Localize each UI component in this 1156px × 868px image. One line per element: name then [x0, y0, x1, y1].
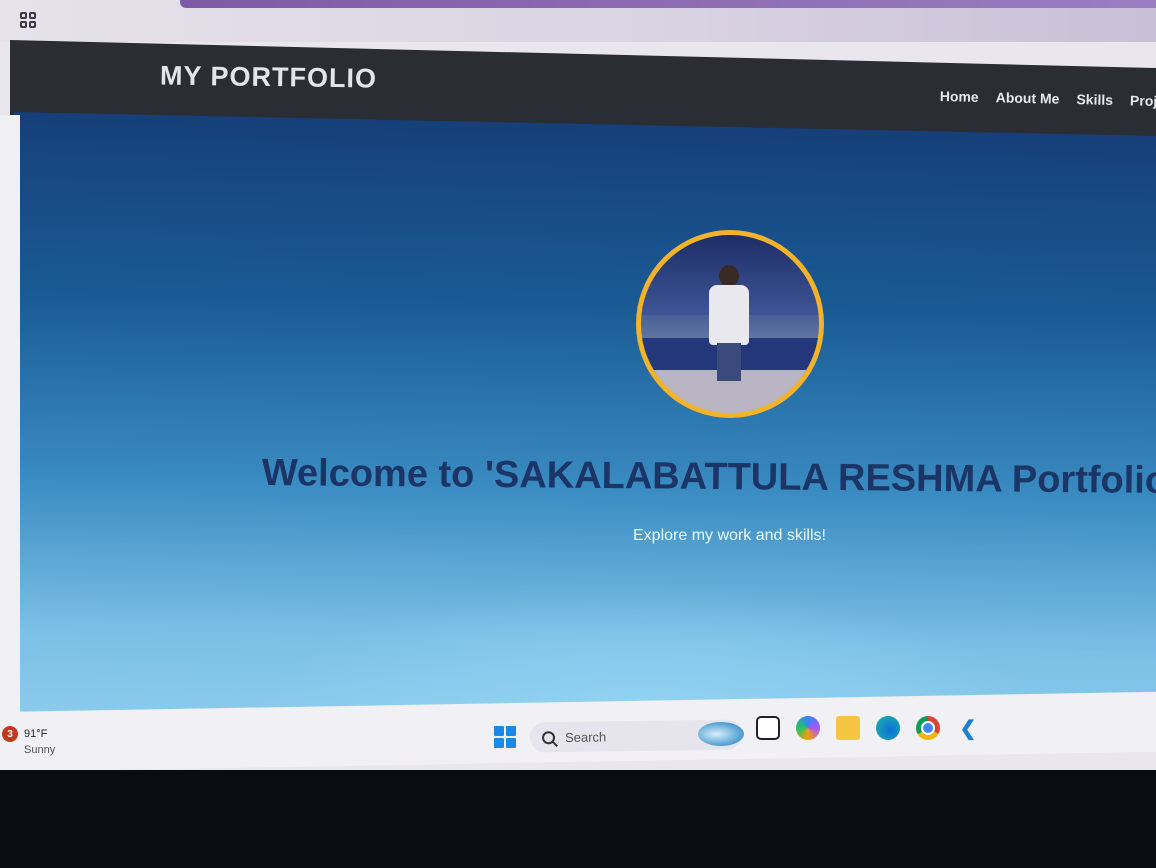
window-edge	[0, 115, 20, 725]
copilot-icon[interactable]	[796, 716, 820, 740]
files-icon[interactable]	[756, 716, 780, 740]
search-placeholder: Search	[564, 728, 607, 745]
welcome-heading: Welcome to 'SAKALABATTULA RESHMA Portfol…	[261, 452, 1156, 502]
nav-link-about-me[interactable]: About Me	[996, 89, 1060, 106]
folder-icon[interactable]	[836, 716, 860, 740]
nav-link-projects[interactable]: Proje	[1130, 92, 1156, 109]
pinned-apps: ❮	[756, 716, 980, 740]
edge-icon[interactable]	[876, 716, 900, 740]
vscode-icon[interactable]: ❮	[956, 716, 980, 740]
browser-tab-strip	[180, 0, 1156, 8]
chrome-icon[interactable]	[916, 716, 940, 740]
notification-badge: 3	[2, 726, 18, 742]
weather-temperature: 91°F	[24, 728, 48, 740]
weather-widget[interactable]: 3 91°F Sunny	[2, 726, 55, 758]
profile-photo	[636, 230, 824, 418]
hero-section	[14, 112, 1156, 746]
windows-start-icon[interactable]	[494, 726, 516, 748]
monitor-screen: MY PORTFOLIO Home About Me Skills Proje …	[0, 0, 1156, 770]
browser-top-bar	[0, 0, 1156, 42]
weather-condition: Sunny	[24, 744, 56, 756]
nav-link-skills[interactable]: Skills	[1076, 91, 1113, 108]
monitor-bezel	[0, 770, 1156, 868]
search-icon	[541, 730, 556, 744]
site-brand[interactable]: MY PORTFOLIO	[160, 60, 377, 94]
apps-grid-icon[interactable]	[20, 12, 36, 28]
hero-tagline: Explore my work and skills!	[633, 527, 826, 544]
search-highlight-icon[interactable]	[698, 722, 744, 746]
person-figure	[703, 265, 755, 385]
nav-link-home[interactable]: Home	[940, 88, 979, 105]
